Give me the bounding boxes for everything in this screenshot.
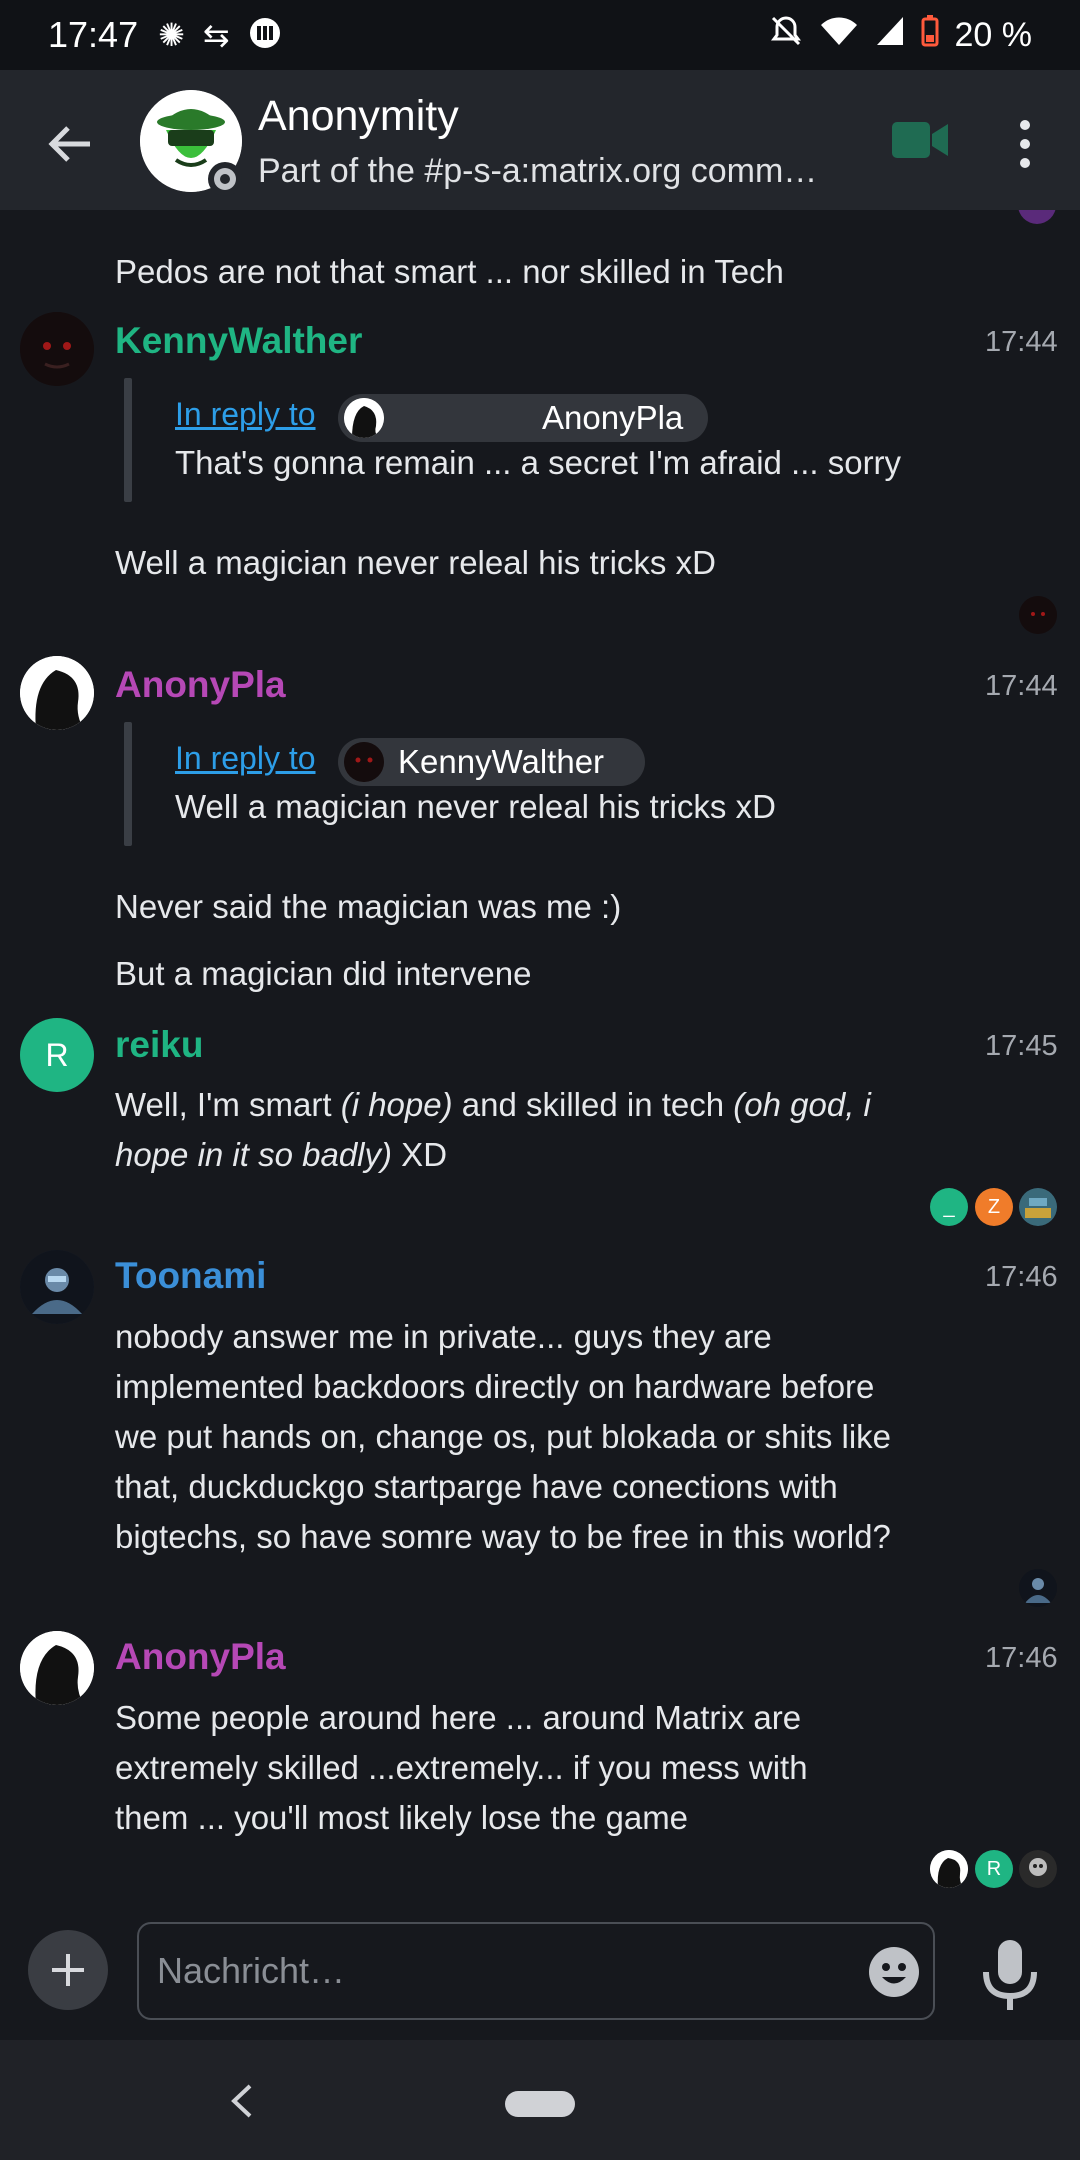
text-line: we put hands on, change os, put blokada … [115,1418,891,1455]
message-text: But a magician did intervene [115,955,532,992]
sender-name[interactable]: Toonami [115,1255,266,1297]
message-text: Some people around here ... around Matri… [115,1693,808,1843]
message-text: Never said the magician was me :) [115,888,622,925]
read-receipt: Z [975,1188,1013,1226]
room-subtitle[interactable]: Part of the #p-s-a:matrix.org comm… [258,152,838,191]
text-line: Some people around here ... around Matri… [115,1699,802,1736]
sync-icon: ⇆ [202,17,230,53]
read-receipt: _ [930,1188,968,1226]
emoji-button[interactable] [868,1946,920,1998]
read-receipt [930,1850,968,1888]
signal-icon [875,15,905,56]
attach-button[interactable] [28,1930,108,2010]
brightness-icon: ✺ [158,17,185,53]
sender-name[interactable]: reiku [115,1024,203,1066]
quoted-text: Well a magician never releal his tricks … [175,788,776,825]
read-receipt [1019,1569,1057,1607]
message-text: Well, I'm smart (i hope) and skilled in … [115,1080,1015,1180]
space-badge-icon [208,162,242,196]
text-span: Well, I'm smart [115,1086,341,1123]
text-line: implemented backdoors directly on hardwa… [115,1368,875,1405]
avatar[interactable] [20,312,94,386]
dot [1020,139,1030,149]
pill-username: KennyWalther [398,743,605,780]
more-options-button[interactable] [1000,114,1050,174]
timestamp: 17:45 [985,1030,1058,1062]
system-navigation-bar [0,2040,1080,2160]
quoted-text: That's gonna remain ... a secret I'm afr… [175,444,902,481]
text-span: and skilled in tech [452,1086,734,1123]
read-receipt [1019,1850,1057,1888]
reply-quote-bar [124,722,132,846]
room-title[interactable]: Anonymity [258,92,459,141]
read-receipt [1018,210,1058,224]
timestamp: 17:44 [985,326,1058,358]
message-text: nobody answer me in private... guys they… [115,1312,891,1562]
text-line: nobody answer me in private... guys they… [115,1318,772,1355]
pill-username: AnonyPla [542,399,684,436]
in-reply-to-link[interactable]: In reply to [175,396,316,433]
pill-avatar [344,398,384,438]
message-text: Well a magician never releal his tricks … [115,544,716,581]
wifi-icon [819,15,859,56]
avatar[interactable]: R [20,1018,94,1092]
timestamp: 17:44 [985,670,1058,702]
sender-name[interactable]: AnonyPla [115,1636,286,1678]
avatar[interactable] [20,656,94,730]
mute-icon [769,14,803,57]
microphone-icon [983,1940,1037,2010]
text-line: that, duckduckgo startparge have conecti… [115,1468,838,1505]
sender-name[interactable]: KennyWalther [115,320,362,362]
message-timeline[interactable]: Pedos are not that smart ... nor skilled… [0,210,1080,1900]
reply-quote-bar [124,378,132,502]
italic-span: hope in it so badly) [115,1136,393,1173]
message-composer: Nachricht… [0,1900,1080,2040]
video-camera-icon [892,122,948,158]
pill-avatar [344,742,384,782]
battery-icon [921,14,939,56]
message-placeholder: Nachricht… [157,1950,346,1991]
video-call-button[interactable] [890,118,950,162]
back-button[interactable] [40,114,100,174]
message-text: Pedos are not that smart ... nor skilled… [115,253,784,290]
system-back-button[interactable] [222,2078,262,2124]
plus-icon [52,1954,84,1986]
sender-name[interactable]: AnonyPla [115,664,286,706]
text-line: them ... you'll most likely lose the gam… [115,1799,689,1836]
dot [1020,158,1030,168]
text-span: XD [392,1136,448,1173]
status-bar: 17:47 ✺ ⇆ 20 % [0,0,1080,70]
text-line: extremely skilled ...extremely... if you… [115,1749,808,1786]
room-header: Anonymity Part of the #p-s-a:matrix.org … [0,70,1080,210]
chevron-left-icon [231,2084,252,2118]
emoji-icon [869,1947,919,1997]
status-time: 17:47 [48,14,139,55]
timestamp: 17:46 [985,1642,1058,1674]
avatar[interactable] [20,1631,94,1705]
battery-percent: 20 % [954,15,1033,54]
in-reply-to-link[interactable]: In reply to [175,740,316,777]
italic-span: (oh god, i [733,1086,871,1123]
dot [1020,120,1030,130]
arrow-left-icon [48,126,90,162]
user-pill[interactable]: KennyWalther [338,738,645,786]
user-pill[interactable]: AnonyPla [338,394,708,442]
italic-span: (i hope) [340,1086,453,1123]
avatar[interactable] [20,1250,94,1324]
message-input[interactable]: Nachricht… [137,1922,935,2020]
timestamp: 17:46 [985,1261,1058,1293]
read-receipt: R [975,1850,1013,1888]
read-receipt [1019,1188,1057,1226]
voice-message-button[interactable] [980,1938,1040,2012]
home-gesture-pill[interactable] [505,2091,575,2117]
text-line: bigtechs, so have somre way to be free i… [115,1518,891,1555]
read-receipt [1019,596,1057,634]
vpn-icon [248,16,282,55]
